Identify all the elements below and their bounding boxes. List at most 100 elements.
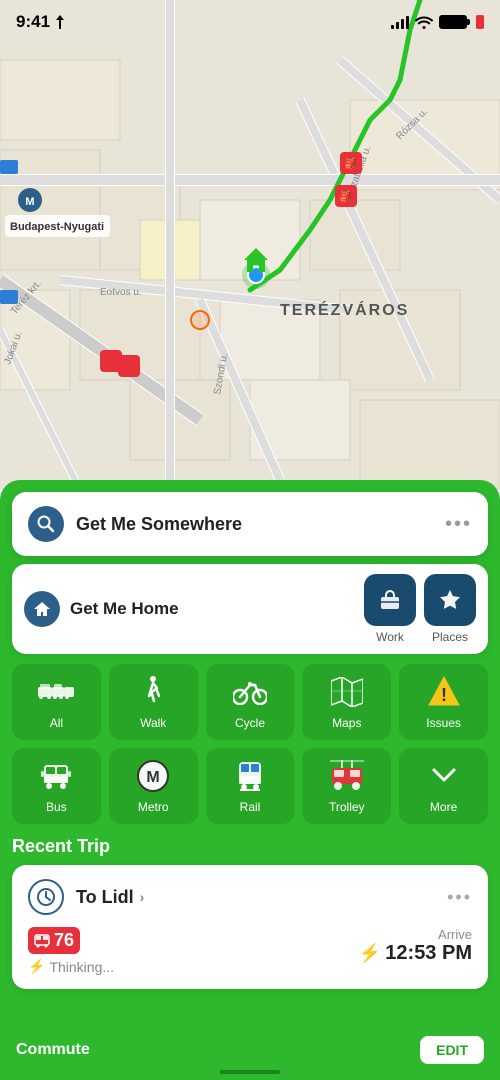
location-icon xyxy=(54,15,66,29)
rail-transport-icon xyxy=(232,758,268,794)
all-icon xyxy=(38,679,74,705)
cycle-transport-icon xyxy=(232,674,268,710)
svg-text:Budapest-Nyugati: Budapest-Nyugati xyxy=(10,221,104,233)
search-icon xyxy=(37,515,55,533)
home-label: Get Me Home xyxy=(70,599,179,619)
home-icon-wrap xyxy=(24,591,60,627)
svg-text:M: M xyxy=(147,769,160,786)
trip-header: To Lidl › ••• xyxy=(28,879,472,915)
transport-grid: All Walk xyxy=(12,664,488,824)
work-label: Work xyxy=(376,630,404,644)
trolley-label: Trolley xyxy=(329,800,365,814)
status-icons xyxy=(391,15,484,29)
transport-issues-button[interactable]: ! Issues xyxy=(399,664,488,740)
commute-label: Commute xyxy=(16,1041,90,1059)
bus-icon xyxy=(41,761,71,791)
all-transport-icon xyxy=(38,674,74,710)
map-view[interactable]: Teréz krt. Eotvos u. Szondi u. Izabella … xyxy=(0,0,500,490)
notification-dot xyxy=(476,15,484,29)
maps-icon xyxy=(331,677,363,707)
transport-maps-button[interactable]: Maps xyxy=(302,664,391,740)
transport-metro-button[interactable]: M Metro xyxy=(109,748,198,824)
transport-all-button[interactable]: All xyxy=(12,664,101,740)
bottom-panel: Get Me Somewhere ••• Get Me Home Work xyxy=(0,480,500,1080)
time-display: 9:41 xyxy=(16,12,50,32)
bottom-bar: Commute EDIT xyxy=(0,1028,500,1080)
places-button[interactable]: Places xyxy=(424,574,476,644)
more-label: More xyxy=(430,800,457,814)
recent-trip-section: Recent Trip To Lidl › ••• xyxy=(12,836,488,989)
battery-icon xyxy=(439,15,470,29)
status-time: 9:41 xyxy=(16,12,66,32)
clock-svg xyxy=(36,887,56,907)
places-icon-wrap xyxy=(424,574,476,626)
places-label: Places xyxy=(432,630,468,644)
transport-trolley-button[interactable]: Trolley xyxy=(302,748,391,824)
tram-badge: 76 xyxy=(28,927,80,954)
status-bar: 9:41 xyxy=(0,0,500,44)
bus-label: Bus xyxy=(46,800,67,814)
tram-icon xyxy=(34,934,50,948)
route-number: 76 xyxy=(28,927,114,954)
edit-button[interactable]: EDIT xyxy=(420,1036,484,1064)
maps-transport-icon xyxy=(329,674,365,710)
transport-more-button[interactable]: More xyxy=(399,748,488,824)
issues-icon: ! xyxy=(427,675,461,709)
trip-route: 76 ⚡ Thinking... xyxy=(28,927,114,975)
more-icon xyxy=(430,762,458,790)
cycle-label: Cycle xyxy=(235,716,265,730)
arrive-time-text: 12:53 PM xyxy=(385,942,472,965)
svg-text:!: ! xyxy=(441,685,447,705)
clock-icon xyxy=(28,879,64,915)
thinking-label: Thinking... xyxy=(49,959,114,975)
trip-destination: To Lidl › xyxy=(76,887,435,908)
arrive-time: ⚡ 12:53 PM xyxy=(359,942,472,965)
more-transport-icon xyxy=(426,758,462,794)
metro-icon: M xyxy=(136,759,170,793)
transport-bus-button[interactable]: Bus xyxy=(12,748,101,824)
svg-text:TERÉZVÁROS: TERÉZVÁROS xyxy=(280,300,409,319)
bus-transport-icon xyxy=(38,758,74,794)
work-icon-wrap xyxy=(364,574,416,626)
issues-transport-icon: ! xyxy=(426,674,462,710)
trip-card[interactable]: To Lidl › ••• xyxy=(12,865,488,989)
rail-label: Rail xyxy=(240,800,261,814)
rail-icon xyxy=(236,760,264,792)
svg-text:Eotvos u.: Eotvos u. xyxy=(100,287,142,298)
cycle-icon xyxy=(233,679,267,705)
transport-rail-button[interactable]: Rail xyxy=(206,748,295,824)
search-icon-wrap[interactable] xyxy=(28,506,64,542)
svg-text:🎒: 🎒 xyxy=(339,190,353,203)
walk-icon xyxy=(142,676,164,708)
transport-cycle-button[interactable]: Cycle xyxy=(206,664,295,740)
metro-transport-icon: M xyxy=(135,758,171,794)
wifi-icon xyxy=(415,15,433,29)
work-button[interactable]: Work xyxy=(364,574,416,644)
thinking-text: ⚡ Thinking... xyxy=(28,958,114,975)
issues-label: Issues xyxy=(426,716,461,730)
destination-text: To Lidl xyxy=(76,887,134,908)
walk-transport-icon xyxy=(135,674,171,710)
home-indicator xyxy=(220,1070,280,1074)
quick-actions: Get Me Home Work Places xyxy=(12,564,488,654)
arrive-section: Arrive ⚡ 12:53 PM xyxy=(359,927,472,965)
transport-walk-button[interactable]: Walk xyxy=(109,664,198,740)
search-bar[interactable]: Get Me Somewhere ••• xyxy=(12,492,488,556)
home-icon xyxy=(32,600,52,618)
get-me-home-button[interactable]: Get Me Home xyxy=(24,591,356,627)
svg-text:🎒: 🎒 xyxy=(344,157,358,170)
briefcase-icon xyxy=(378,588,402,612)
search-title: Get Me Somewhere xyxy=(76,514,433,535)
svg-text:M: M xyxy=(25,196,34,208)
recent-title: Recent Trip xyxy=(12,836,488,857)
all-label: All xyxy=(50,716,63,730)
route-number-text: 76 xyxy=(54,930,74,951)
search-more-button[interactable]: ••• xyxy=(445,513,472,536)
trolley-icon xyxy=(330,760,364,792)
trip-more-button[interactable]: ••• xyxy=(447,887,472,908)
destination-arrow: › xyxy=(140,889,145,905)
trolley-transport-icon xyxy=(329,758,365,794)
star-icon xyxy=(438,588,462,612)
walk-label: Walk xyxy=(140,716,166,730)
trip-details: 76 ⚡ Thinking... Arrive ⚡ 12:53 PM xyxy=(28,927,472,975)
